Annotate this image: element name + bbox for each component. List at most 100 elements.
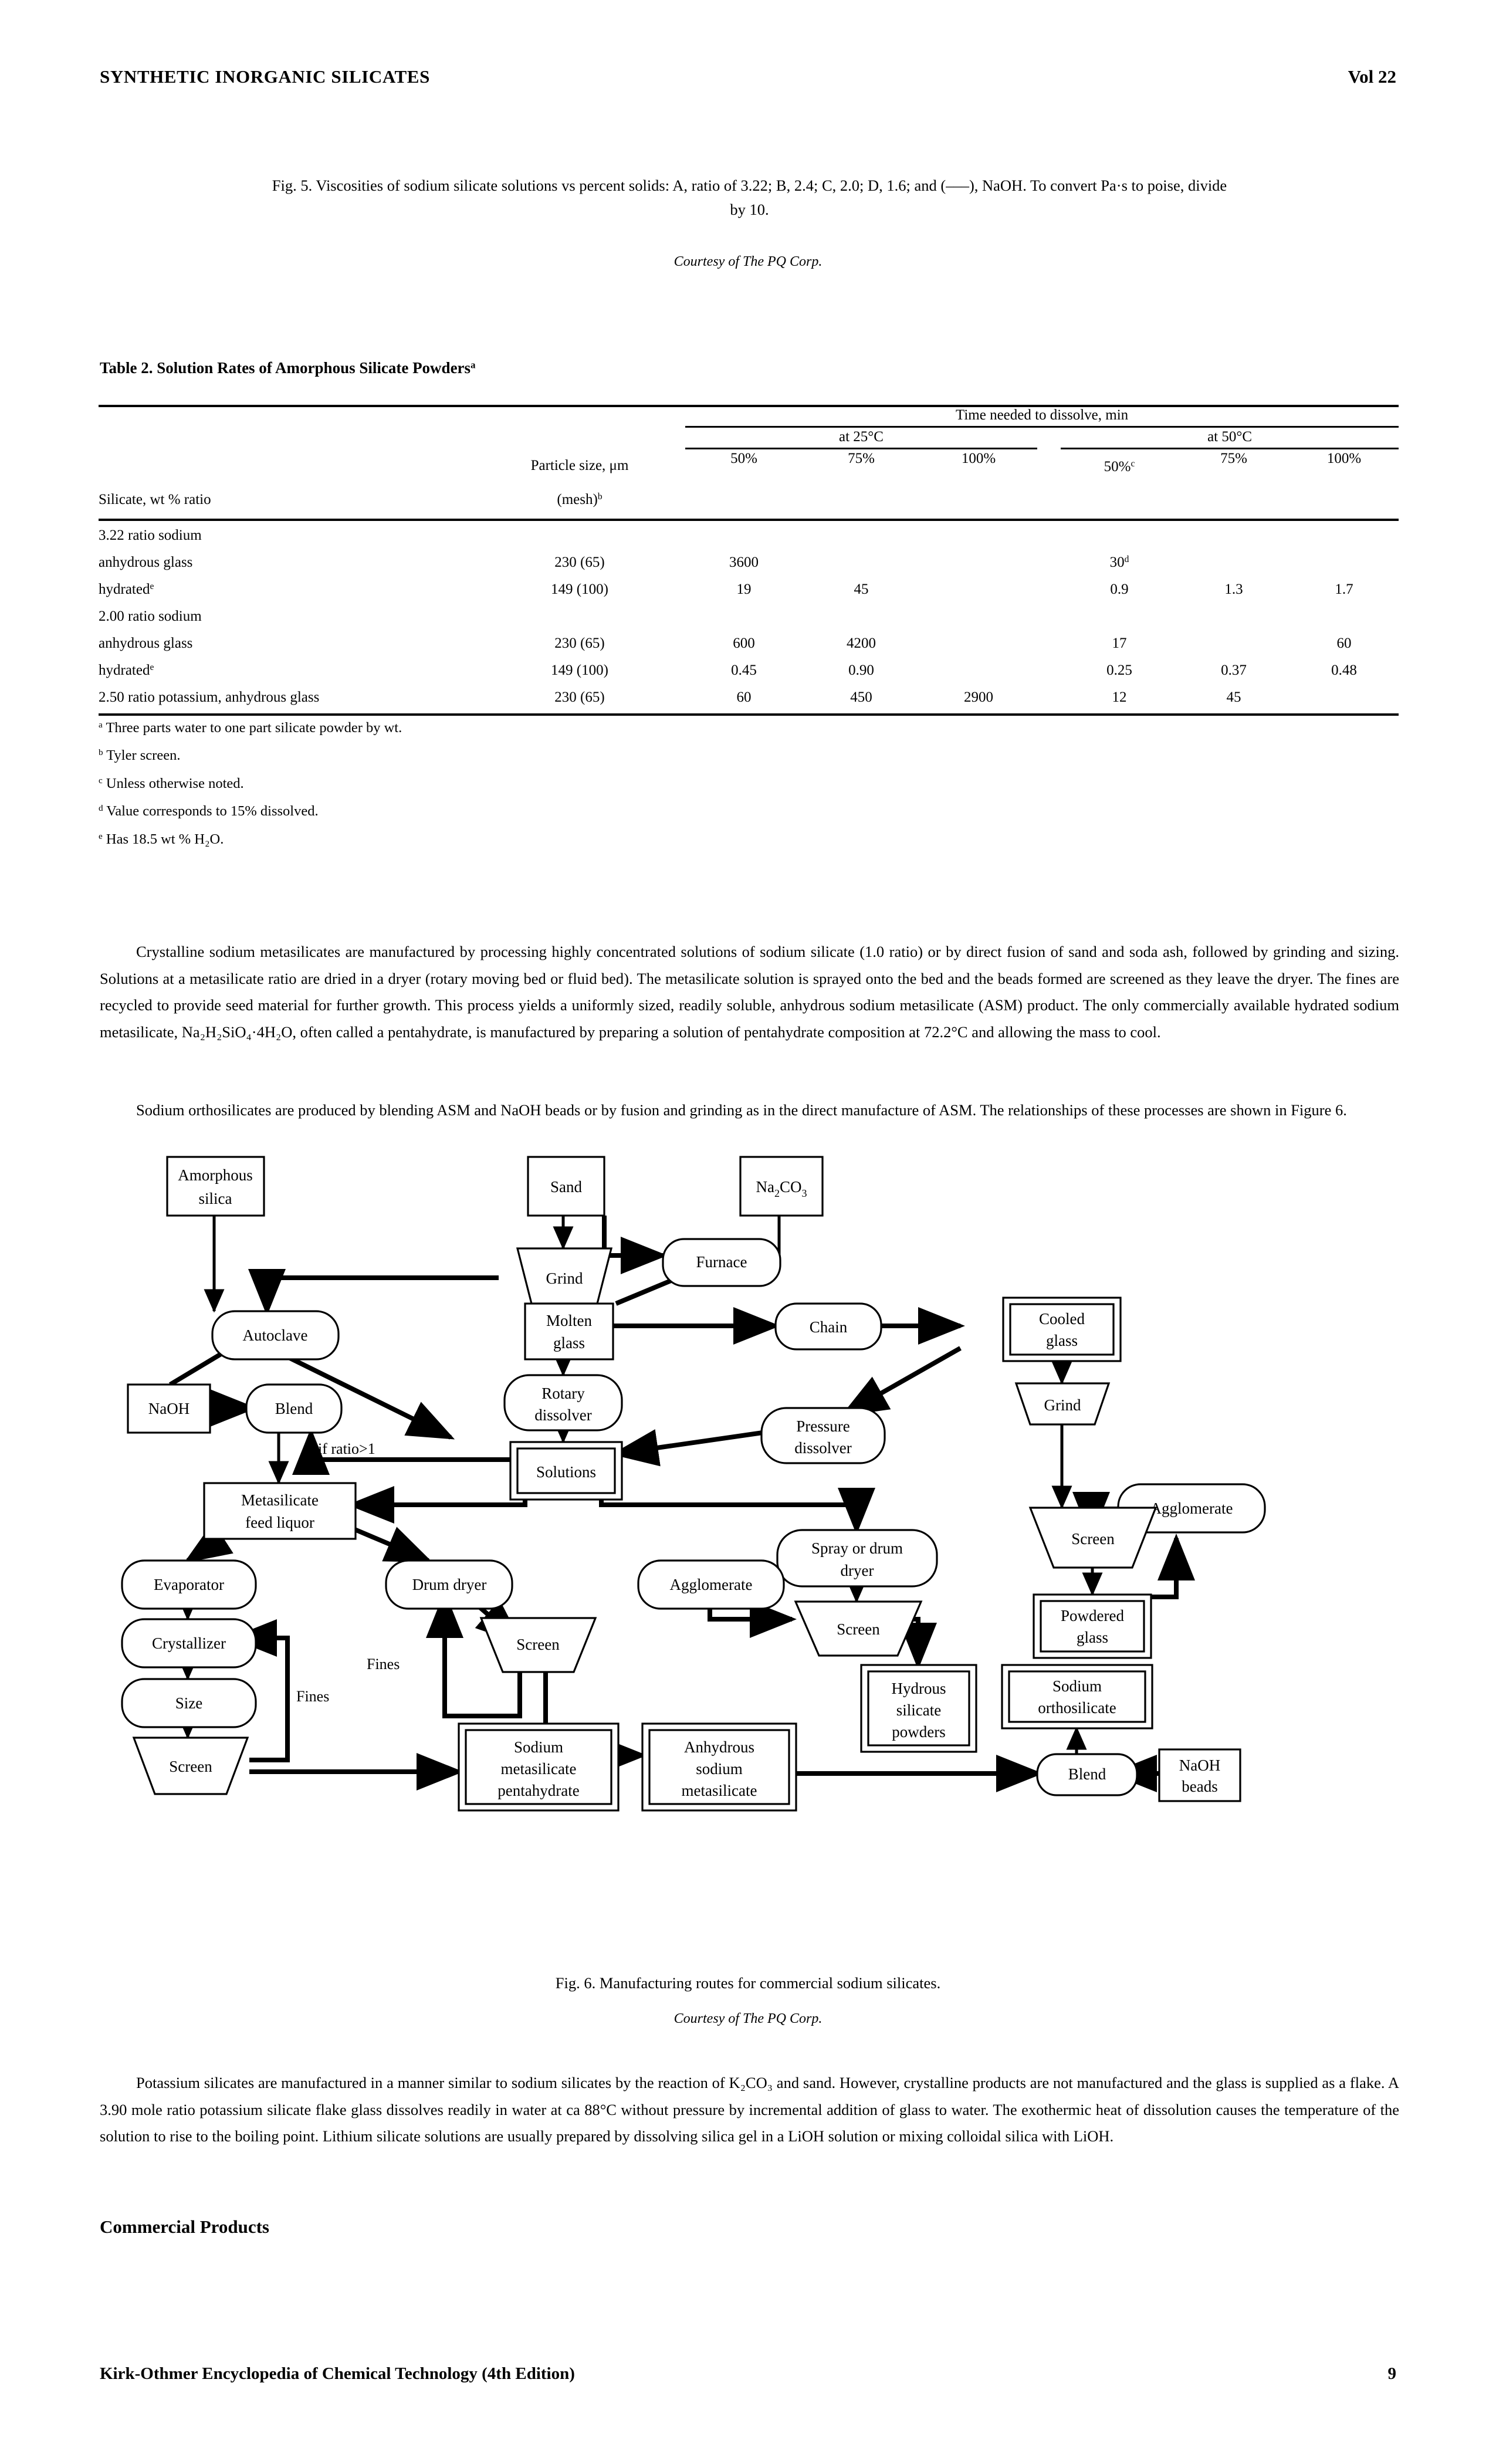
svg-text:Autoclave: Autoclave: [243, 1326, 308, 1344]
table-span-25c: at 25°C: [839, 429, 884, 445]
node-grind-top: Grind: [516, 1247, 613, 1305]
svg-text:Pressure: Pressure: [796, 1417, 849, 1435]
svg-text:Grind: Grind: [546, 1270, 583, 1287]
table-span-50c: at 50°C: [1207, 429, 1253, 445]
table-cell: 0.37: [1221, 662, 1247, 679]
svg-text:metasilicate: metasilicate: [682, 1782, 757, 1799]
table-cell: [1289, 684, 1399, 711]
footnote-b: b Tyler screen.: [99, 747, 181, 764]
table-cell: 60: [1336, 635, 1352, 652]
table-cell: 0.48: [1331, 662, 1357, 679]
table-cell: 1.7: [1335, 581, 1353, 598]
paragraph-potassium-silicates: Potassium silicates are manufactured in …: [100, 2070, 1399, 2150]
footnote-c: c Unless otherwise noted.: [99, 775, 244, 791]
table-2-title-text: Table 2. Solution Rates of Amorphous Sil…: [100, 359, 471, 377]
table-span-time: Time needed to dissolve, min: [955, 407, 1129, 423]
table-span-rule-50c: [1061, 448, 1399, 449]
svg-text:Amorphous: Amorphous: [178, 1166, 253, 1184]
table-row: hydratede 149 (100) 19 45 0.9 1.3 1.7: [99, 576, 1399, 603]
svg-text:beads: beads: [1182, 1778, 1217, 1795]
node-rotary-dissolver: Rotary dissolver: [503, 1374, 623, 1431]
table-col-50c-50: 50%c: [1104, 459, 1135, 475]
svg-text:Crystallizer: Crystallizer: [152, 1634, 226, 1652]
svg-text:Blend: Blend: [275, 1400, 313, 1417]
table-cell: 3600: [729, 554, 759, 571]
table-cell: [920, 576, 1037, 603]
node-blend-right: Blend: [1036, 1753, 1138, 1796]
svg-text:dissolver: dissolver: [534, 1406, 592, 1424]
node-screen-right: Screen: [1028, 1507, 1157, 1569]
table-row: 2.50 ratio potassium, anhydrous glass 23…: [99, 684, 1399, 711]
node-drum-dryer: Drum dryer: [385, 1559, 513, 1610]
table-col-50c-100: 100%: [1326, 451, 1362, 466]
table-cell: 2900: [964, 689, 993, 706]
table-cell-label: anhydrous glass: [99, 635, 193, 652]
table-row: hydratede 149 (100) 0.45 0.90 0.25 0.37 …: [99, 657, 1399, 684]
paragraph-sodium-orthosilicates: Sodium orthosilicates are produced by bl…: [100, 1097, 1399, 1124]
node-solutions: Solutions: [509, 1441, 623, 1501]
table-cell-particle: 230 (65): [554, 635, 605, 652]
table-cell-particle: 230 (65): [554, 689, 605, 706]
table-cell: 450: [850, 689, 872, 706]
svg-text:pentahydrate: pentahydrate: [497, 1782, 579, 1799]
svg-text:Evaporator: Evaporator: [154, 1576, 224, 1593]
svg-text:NaOH: NaOH: [1179, 1756, 1220, 1774]
node-anhydrous-sodium-metasilicate: Anhydrous sodium metasilicate: [641, 1722, 797, 1812]
table-cell: 0.9: [1110, 581, 1129, 598]
node-spray-or-drum-dryer: Spray or drum dryer: [776, 1529, 938, 1588]
node-naoh: NaOH: [127, 1383, 211, 1434]
table-col-particle-line2: (mesh): [557, 492, 598, 508]
node-blend-left: Blend: [245, 1383, 343, 1434]
table-cell: [1178, 522, 1289, 549]
paragraph-text: Crystalline sodium metasilicates are man…: [100, 943, 1399, 1041]
table-col-silicate: Silicate, wt % ratio: [99, 492, 211, 508]
svg-text:glass: glass: [553, 1334, 585, 1352]
node-evaporator: Evaporator: [121, 1559, 257, 1610]
table-span-rule-25c: [685, 448, 1037, 449]
svg-text:Screen: Screen: [837, 1620, 880, 1638]
node-hydrous-silicate-powders: Hydrous silicate powders: [860, 1664, 977, 1753]
table-cell-particle: 149 (100): [551, 581, 608, 598]
table-row: 2.00 ratio sodium: [99, 603, 1399, 630]
footnote-e: e Has 18.5 wt % H₂O.: [99, 831, 224, 847]
node-metasilicate-feed-liquor: Metasilicate feed liquor: [203, 1482, 357, 1540]
svg-text:dissolver: dissolver: [794, 1439, 852, 1457]
svg-text:Sodium: Sodium: [1052, 1677, 1102, 1695]
table-2-title-footnote-mark: a: [471, 359, 476, 371]
node-molten-glass: Molten glass: [524, 1302, 614, 1360]
node-furnace: Furnace: [662, 1238, 781, 1287]
table-cell: [803, 549, 920, 576]
node-sand: Sand: [527, 1156, 605, 1217]
table-cell: [685, 522, 803, 549]
table-cell: 1.3: [1224, 581, 1243, 598]
table-cell-label: 2.00 ratio sodium: [99, 608, 202, 625]
table-cell: 12: [1112, 689, 1127, 706]
svg-text:Screen: Screen: [516, 1636, 560, 1653]
table-cell: [803, 603, 920, 630]
paragraph-crystalline-metasilicates: Crystalline sodium metasilicates are man…: [100, 939, 1399, 1045]
section-heading-commercial-products: Commercial Products: [100, 2216, 269, 2237]
svg-text:Furnace: Furnace: [696, 1253, 747, 1271]
node-screen-left: Screen: [132, 1737, 249, 1795]
footnote-d: d Value corresponds to 15% dissolved.: [99, 803, 319, 820]
table-cell: 4200: [847, 635, 876, 652]
table-col-25c-100: 100%: [961, 451, 996, 466]
svg-text:Spray or drum: Spray or drum: [811, 1539, 903, 1557]
table-cell: [1061, 603, 1178, 630]
running-head: SYNTHETIC INORGANIC SILICATES Vol 22: [100, 66, 1396, 87]
node-na2co3: Na2CO3: [739, 1156, 824, 1217]
figure-6-flowchart: .bx{fill:#fff;stroke:#000;stroke-width:3…: [100, 1150, 1399, 1954]
table-cell-particle: 149 (100): [551, 662, 608, 679]
table-cell: [920, 603, 1037, 630]
table-cell: 0.90: [848, 662, 874, 679]
table-cell: 17: [1112, 635, 1127, 652]
document-page: SYNTHETIC INORGANIC SILICATES Vol 22 Fig…: [0, 0, 1496, 2464]
svg-text:feed liquor: feed liquor: [245, 1514, 314, 1531]
node-amorphous-silica: Amorphous silica: [166, 1156, 265, 1217]
table-cell-label: hydratede: [99, 581, 154, 598]
table-cell-particle: [474, 522, 685, 549]
table-header-bottom-rule: [99, 519, 1399, 522]
table-cell: [1178, 603, 1289, 630]
table-cell: 0.45: [731, 662, 757, 679]
svg-text:Sodium: Sodium: [514, 1738, 563, 1756]
